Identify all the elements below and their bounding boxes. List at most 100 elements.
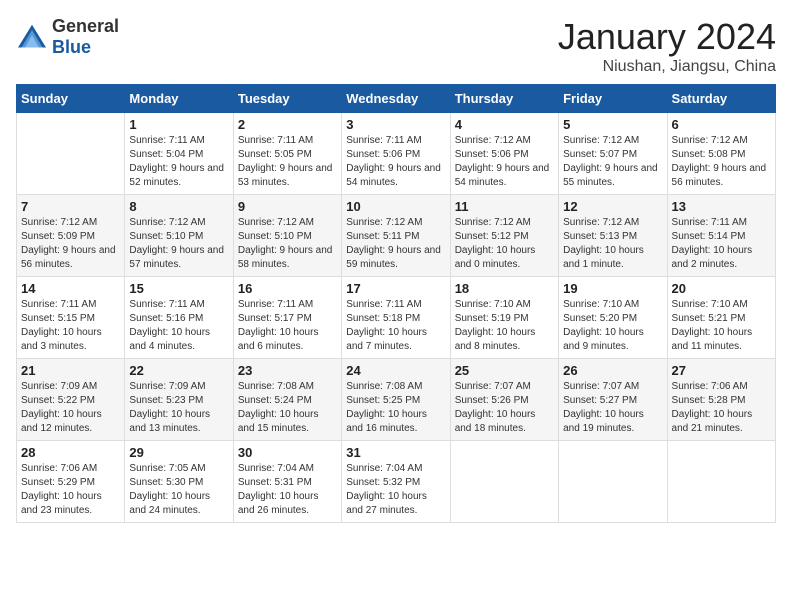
day-number: 29 [129,445,228,460]
day-info: Sunrise: 7:05 AMSunset: 5:30 PMDaylight:… [129,463,210,516]
day-info: Sunrise: 7:12 AMSunset: 5:06 PMDaylight:… [455,135,550,188]
day-number: 13 [672,199,771,214]
day-number: 18 [455,281,554,296]
day-number: 11 [455,199,554,214]
day-info: Sunrise: 7:11 AMSunset: 5:04 PMDaylight:… [129,135,224,188]
calendar-cell: 16 Sunrise: 7:11 AMSunset: 5:17 PMDaylig… [233,277,341,359]
day-number: 21 [21,363,120,378]
calendar-cell: 4 Sunrise: 7:12 AMSunset: 5:06 PMDayligh… [450,113,558,195]
day-info: Sunrise: 7:11 AMSunset: 5:05 PMDaylight:… [238,135,333,188]
day-number: 19 [563,281,662,296]
day-number: 12 [563,199,662,214]
calendar-week-row: 1 Sunrise: 7:11 AMSunset: 5:04 PMDayligh… [17,113,776,195]
weekday-header-saturday: Saturday [667,85,775,113]
day-number: 16 [238,281,337,296]
day-info: Sunrise: 7:07 AMSunset: 5:26 PMDaylight:… [455,381,536,434]
calendar-cell: 28 Sunrise: 7:06 AMSunset: 5:29 PMDaylig… [17,441,125,523]
day-info: Sunrise: 7:08 AMSunset: 5:24 PMDaylight:… [238,381,319,434]
calendar-cell: 2 Sunrise: 7:11 AMSunset: 5:05 PMDayligh… [233,113,341,195]
day-info: Sunrise: 7:11 AMSunset: 5:06 PMDaylight:… [346,135,441,188]
calendar-cell: 12 Sunrise: 7:12 AMSunset: 5:13 PMDaylig… [559,195,667,277]
calendar-week-row: 28 Sunrise: 7:06 AMSunset: 5:29 PMDaylig… [17,441,776,523]
day-number: 2 [238,117,337,132]
day-info: Sunrise: 7:04 AMSunset: 5:32 PMDaylight:… [346,463,427,516]
day-info: Sunrise: 7:09 AMSunset: 5:22 PMDaylight:… [21,381,102,434]
calendar-cell [17,113,125,195]
day-info: Sunrise: 7:12 AMSunset: 5:13 PMDaylight:… [563,217,644,270]
day-info: Sunrise: 7:09 AMSunset: 5:23 PMDaylight:… [129,381,210,434]
logo-general: General [52,16,119,36]
calendar-cell: 11 Sunrise: 7:12 AMSunset: 5:12 PMDaylig… [450,195,558,277]
weekday-header-thursday: Thursday [450,85,558,113]
calendar-cell: 17 Sunrise: 7:11 AMSunset: 5:18 PMDaylig… [342,277,450,359]
day-number: 23 [238,363,337,378]
calendar-cell: 8 Sunrise: 7:12 AMSunset: 5:10 PMDayligh… [125,195,233,277]
day-number: 14 [21,281,120,296]
day-info: Sunrise: 7:06 AMSunset: 5:28 PMDaylight:… [672,381,753,434]
weekday-header-monday: Monday [125,85,233,113]
weekday-header-friday: Friday [559,85,667,113]
day-number: 9 [238,199,337,214]
day-number: 22 [129,363,228,378]
calendar-cell: 18 Sunrise: 7:10 AMSunset: 5:19 PMDaylig… [450,277,558,359]
logo-blue: Blue [52,37,91,57]
day-number: 26 [563,363,662,378]
day-number: 20 [672,281,771,296]
day-info: Sunrise: 7:11 AMSunset: 5:15 PMDaylight:… [21,299,102,352]
day-number: 17 [346,281,445,296]
logo-icon [16,23,48,51]
logo: General Blue [16,16,119,58]
day-number: 3 [346,117,445,132]
calendar-cell: 31 Sunrise: 7:04 AMSunset: 5:32 PMDaylig… [342,441,450,523]
page-header: General Blue January 2024 Niushan, Jiang… [16,16,776,76]
calendar-cell: 20 Sunrise: 7:10 AMSunset: 5:21 PMDaylig… [667,277,775,359]
day-number: 31 [346,445,445,460]
calendar-cell: 13 Sunrise: 7:11 AMSunset: 5:14 PMDaylig… [667,195,775,277]
day-info: Sunrise: 7:10 AMSunset: 5:21 PMDaylight:… [672,299,753,352]
day-info: Sunrise: 7:11 AMSunset: 5:17 PMDaylight:… [238,299,319,352]
calendar-cell: 19 Sunrise: 7:10 AMSunset: 5:20 PMDaylig… [559,277,667,359]
calendar-cell: 9 Sunrise: 7:12 AMSunset: 5:10 PMDayligh… [233,195,341,277]
day-number: 7 [21,199,120,214]
day-info: Sunrise: 7:08 AMSunset: 5:25 PMDaylight:… [346,381,427,434]
day-info: Sunrise: 7:12 AMSunset: 5:08 PMDaylight:… [672,135,767,188]
day-info: Sunrise: 7:12 AMSunset: 5:10 PMDaylight:… [238,217,333,270]
day-info: Sunrise: 7:11 AMSunset: 5:18 PMDaylight:… [346,299,427,352]
calendar-week-row: 7 Sunrise: 7:12 AMSunset: 5:09 PMDayligh… [17,195,776,277]
day-number: 4 [455,117,554,132]
calendar-cell [559,441,667,523]
calendar-cell: 21 Sunrise: 7:09 AMSunset: 5:22 PMDaylig… [17,359,125,441]
calendar-cell: 26 Sunrise: 7:07 AMSunset: 5:27 PMDaylig… [559,359,667,441]
calendar-cell: 30 Sunrise: 7:04 AMSunset: 5:31 PMDaylig… [233,441,341,523]
calendar-cell: 24 Sunrise: 7:08 AMSunset: 5:25 PMDaylig… [342,359,450,441]
calendar-table: SundayMondayTuesdayWednesdayThursdayFrid… [16,84,776,523]
day-info: Sunrise: 7:12 AMSunset: 5:12 PMDaylight:… [455,217,536,270]
calendar-week-row: 21 Sunrise: 7:09 AMSunset: 5:22 PMDaylig… [17,359,776,441]
calendar-week-row: 14 Sunrise: 7:11 AMSunset: 5:15 PMDaylig… [17,277,776,359]
day-info: Sunrise: 7:06 AMSunset: 5:29 PMDaylight:… [21,463,102,516]
day-number: 24 [346,363,445,378]
day-number: 28 [21,445,120,460]
day-number: 8 [129,199,228,214]
day-number: 15 [129,281,228,296]
calendar-cell [667,441,775,523]
logo-text: General Blue [52,16,119,58]
day-info: Sunrise: 7:11 AMSunset: 5:16 PMDaylight:… [129,299,210,352]
day-info: Sunrise: 7:11 AMSunset: 5:14 PMDaylight:… [672,217,753,270]
weekday-header-row: SundayMondayTuesdayWednesdayThursdayFrid… [17,85,776,113]
calendar-cell: 27 Sunrise: 7:06 AMSunset: 5:28 PMDaylig… [667,359,775,441]
day-info: Sunrise: 7:04 AMSunset: 5:31 PMDaylight:… [238,463,319,516]
day-info: Sunrise: 7:10 AMSunset: 5:19 PMDaylight:… [455,299,536,352]
weekday-header-wednesday: Wednesday [342,85,450,113]
title-area: January 2024 Niushan, Jiangsu, China [558,16,776,76]
weekday-header-sunday: Sunday [17,85,125,113]
day-info: Sunrise: 7:12 AMSunset: 5:07 PMDaylight:… [563,135,658,188]
day-number: 6 [672,117,771,132]
calendar-cell: 1 Sunrise: 7:11 AMSunset: 5:04 PMDayligh… [125,113,233,195]
calendar-cell: 3 Sunrise: 7:11 AMSunset: 5:06 PMDayligh… [342,113,450,195]
calendar-cell: 29 Sunrise: 7:05 AMSunset: 5:30 PMDaylig… [125,441,233,523]
calendar-cell [450,441,558,523]
day-number: 27 [672,363,771,378]
day-info: Sunrise: 7:12 AMSunset: 5:09 PMDaylight:… [21,217,116,270]
calendar-cell: 22 Sunrise: 7:09 AMSunset: 5:23 PMDaylig… [125,359,233,441]
